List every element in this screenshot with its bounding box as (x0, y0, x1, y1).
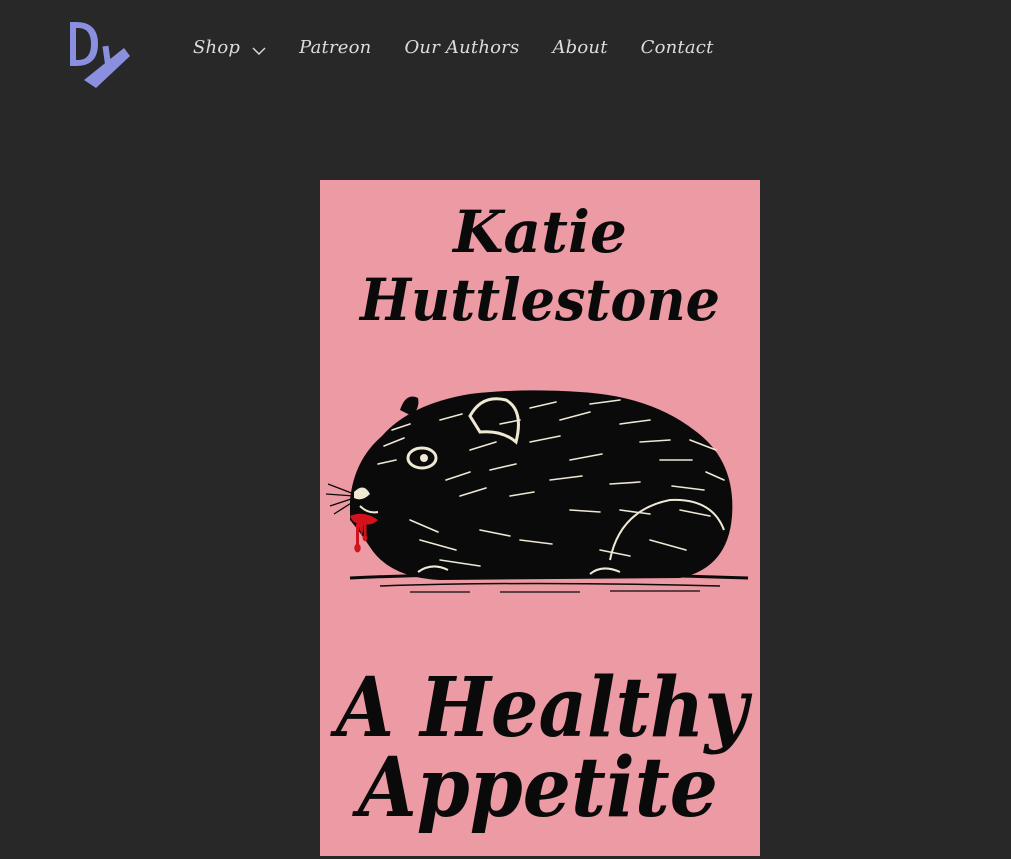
site-logo[interactable]: DI (64, 18, 134, 90)
book-cover[interactable]: Katie Huttlestone A Healthy Appetite (320, 180, 760, 856)
book-cover-art: Katie Huttlestone A Healthy Appetite (325, 198, 753, 836)
nav-item-about[interactable]: About (552, 37, 607, 58)
nav-item-shop[interactable]: Shop (193, 37, 266, 58)
cover-author-first: Katie (451, 198, 627, 266)
nav-item-contact[interactable]: Contact (641, 37, 714, 58)
nav-item-our-authors[interactable]: Our Authors (404, 37, 519, 58)
chevron-down-icon[interactable] (252, 46, 266, 56)
logo-letter-d (70, 22, 98, 66)
cover-author-last: Huttlestone (358, 266, 720, 334)
guinea-pig-illustration (325, 390, 749, 593)
nav-item-patreon[interactable]: Patreon (299, 37, 371, 58)
main-nav: Shop Patreon Our Authors About Contact (193, 37, 714, 58)
nav-item-our-authors-label: Our Authors (404, 37, 520, 58)
nav-item-patreon-label: Patreon (299, 37, 372, 58)
nav-item-about-label: About (552, 37, 608, 58)
nav-item-shop-label: Shop (193, 37, 241, 58)
cover-title-line2: Appetite (352, 740, 718, 836)
nav-item-contact-label: Contact (640, 37, 714, 58)
